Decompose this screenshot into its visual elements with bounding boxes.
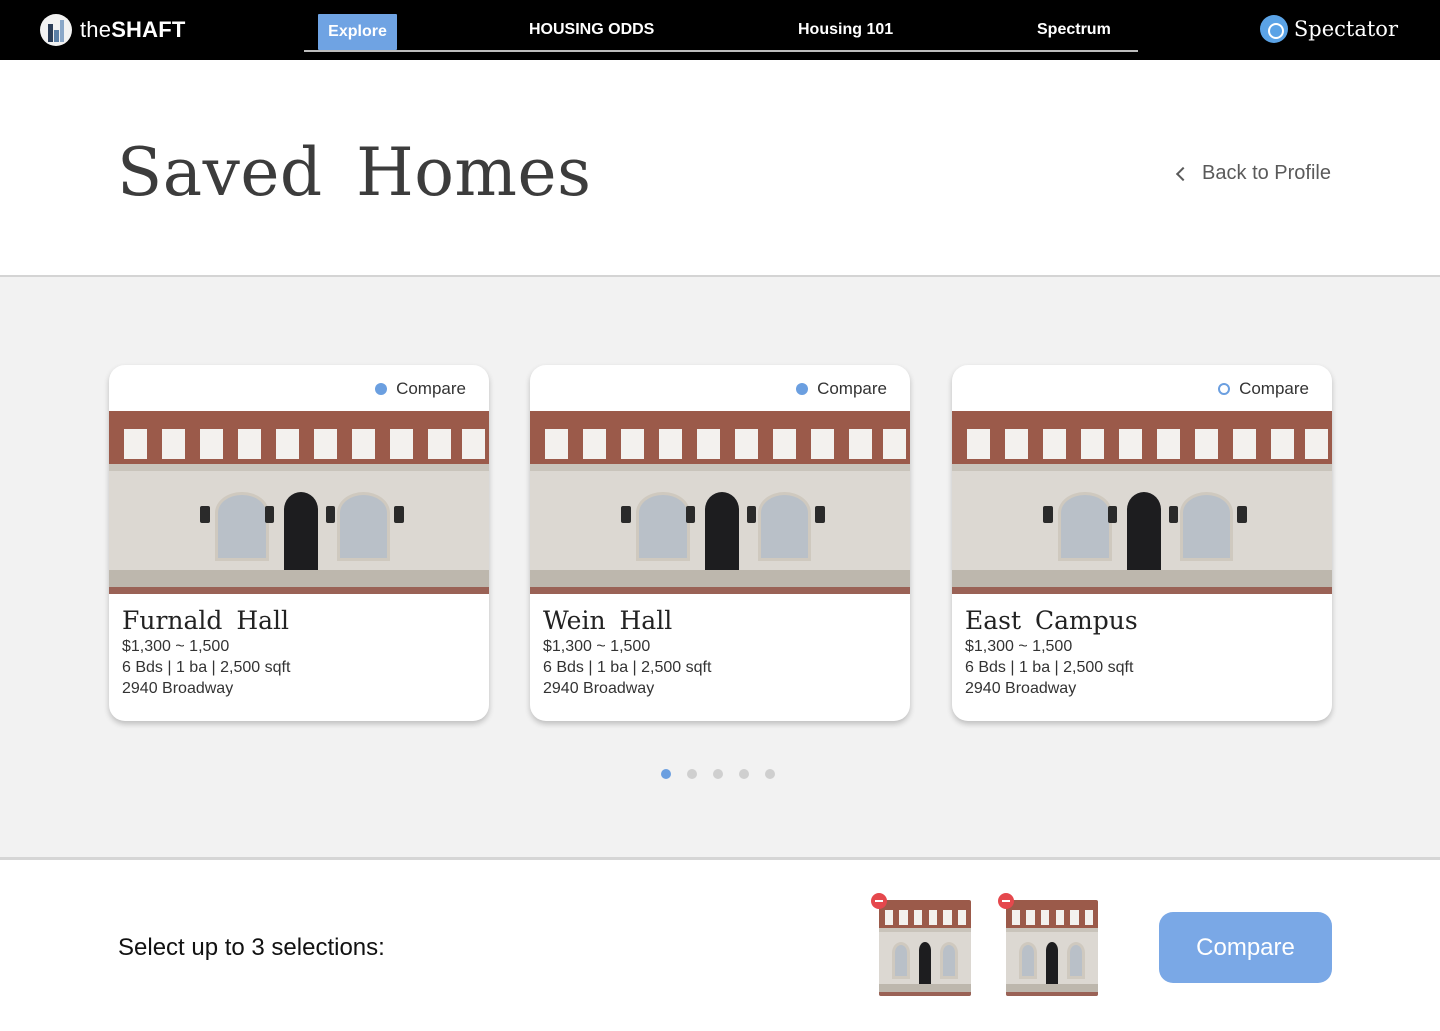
page-title: Saved Homes xyxy=(117,134,592,211)
compare-toggle[interactable]: Compare xyxy=(375,379,466,399)
spectator-seal-icon xyxy=(1259,15,1288,43)
spectator-wordmark: Spectator xyxy=(1293,17,1398,41)
brand-name: theSHAFT xyxy=(80,17,186,42)
selected-home-thumbnail xyxy=(879,900,971,996)
page-dot[interactable] xyxy=(739,769,749,779)
top-nav: theSHAFT Explore HOUSING ODDS Housing 10… xyxy=(0,0,1440,60)
compare-label: Compare xyxy=(1239,379,1309,398)
compare-radio-icon xyxy=(375,383,388,395)
compare-toggle[interactable]: Compare xyxy=(1218,379,1309,399)
page-header: Saved Homes Back to Profile xyxy=(0,60,1440,277)
home-address: 2940 Broadway xyxy=(965,680,1077,697)
selection-instructions: Select up to 3 selections: xyxy=(118,934,385,961)
home-address: 2940 Broadway xyxy=(543,680,655,697)
home-card[interactable]: Compare East Campus $1,300 ~ 1,500 6 Bds… xyxy=(952,365,1332,721)
home-address: 2940 Broadway xyxy=(122,680,234,697)
building-photo xyxy=(952,411,1332,594)
building-photo xyxy=(530,411,910,594)
page-dot[interactable] xyxy=(713,769,723,779)
nav-housing-odds[interactable]: HOUSING ODDS xyxy=(529,21,654,39)
card-header: Compare xyxy=(530,365,910,411)
home-price: $1,300 ~ 1,500 xyxy=(122,638,230,655)
home-specs: 6 Bds | 1 ba | 2,500 sqft xyxy=(122,659,291,676)
home-card[interactable]: Compare Wein Hall $1,300 ~ 1,500 6 Bds |… xyxy=(530,365,910,721)
building-logo-icon xyxy=(40,14,72,46)
page-dot[interactable] xyxy=(765,769,775,779)
home-name: Furnald Hall xyxy=(122,606,290,635)
card-header: Compare xyxy=(109,365,489,411)
home-card[interactable]: Compare Furnald Hall $1,300 ~ 1,500 6 Bd… xyxy=(109,365,489,721)
compare-radio-icon xyxy=(1218,383,1231,395)
carousel-pagination xyxy=(661,769,775,779)
home-specs: 6 Bds | 1 ba | 2,500 sqft xyxy=(543,659,712,676)
home-specs: 6 Bds | 1 ba | 2,500 sqft xyxy=(965,659,1134,676)
remove-selection-icon[interactable] xyxy=(998,893,1014,909)
nav-housing-101[interactable]: Housing 101 xyxy=(798,21,893,39)
page-dot[interactable] xyxy=(661,769,671,779)
back-label: Back to Profile xyxy=(1202,162,1331,184)
card-header: Compare xyxy=(952,365,1332,411)
spectator-logo[interactable]: Spectator xyxy=(1259,15,1398,43)
shaft-logo[interactable]: theSHAFT xyxy=(40,14,186,46)
page-dot[interactable] xyxy=(687,769,697,779)
remove-selection-icon[interactable] xyxy=(871,893,887,909)
nav-explore[interactable]: Explore xyxy=(318,14,397,50)
compare-toggle[interactable]: Compare xyxy=(796,379,887,399)
nav-spectrum[interactable]: Spectrum xyxy=(1037,21,1111,39)
compare-label: Compare xyxy=(817,379,887,398)
compare-radio-icon xyxy=(796,383,809,395)
building-photo xyxy=(109,411,489,594)
chevron-left-icon xyxy=(1175,166,1191,182)
back-to-profile-link[interactable]: Back to Profile xyxy=(1175,162,1331,185)
saved-homes-carousel: Compare Furnald Hall $1,300 ~ 1,500 6 Bd… xyxy=(0,277,1440,857)
home-price: $1,300 ~ 1,500 xyxy=(543,638,651,655)
compare-label: Compare xyxy=(396,379,466,398)
home-name: Wein Hall xyxy=(543,606,673,635)
home-name: East Campus xyxy=(965,606,1138,635)
selected-home-thumbnail xyxy=(1006,900,1098,996)
compare-button[interactable]: Compare xyxy=(1159,912,1332,983)
home-price: $1,300 ~ 1,500 xyxy=(965,638,1073,655)
compare-tray: Select up to 3 selections: Compare xyxy=(0,857,1440,1031)
main-nav: Explore HOUSING ODDS Housing 101 Spectru… xyxy=(304,0,1138,60)
